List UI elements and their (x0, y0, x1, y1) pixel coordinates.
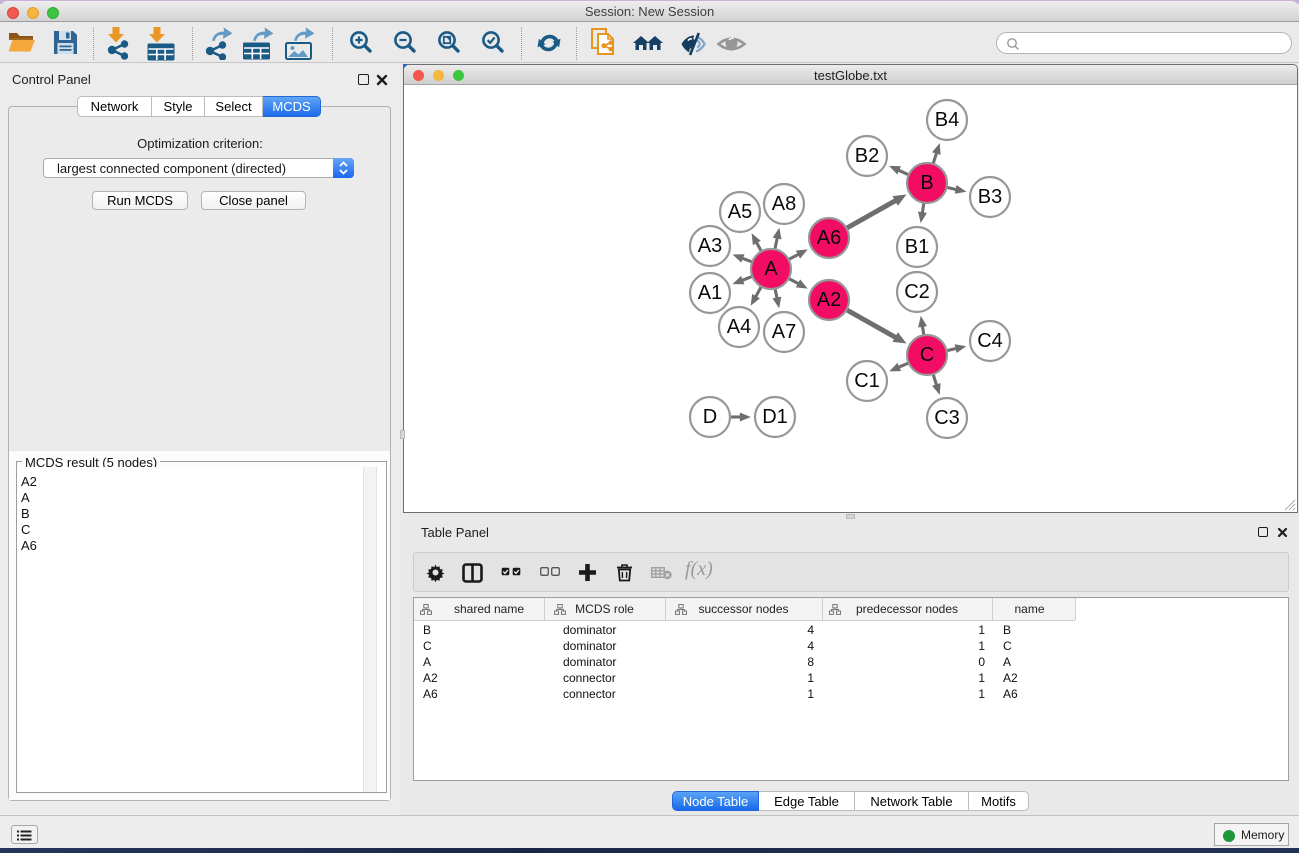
svg-text:C1: C1 (854, 370, 880, 392)
svg-text:B: B (920, 172, 933, 194)
svg-text:A5: A5 (728, 201, 752, 223)
svg-text:A6: A6 (817, 227, 841, 249)
svg-text:C: C (920, 344, 934, 366)
svg-text:B4: B4 (935, 109, 959, 131)
svg-text:A8: A8 (772, 193, 796, 215)
svg-text:C4: C4 (977, 330, 1003, 352)
svg-text:B1: B1 (905, 236, 929, 258)
svg-text:A3: A3 (698, 235, 722, 257)
svg-text:A7: A7 (772, 321, 796, 343)
svg-text:C3: C3 (934, 407, 960, 429)
svg-text:B3: B3 (978, 186, 1002, 208)
svg-text:D: D (703, 406, 717, 428)
svg-text:C2: C2 (904, 281, 930, 303)
svg-text:A: A (764, 258, 778, 280)
svg-text:D1: D1 (762, 406, 788, 428)
svg-text:A1: A1 (698, 282, 722, 304)
svg-text:A2: A2 (817, 289, 841, 311)
svg-text:A4: A4 (727, 316, 751, 338)
svg-text:B2: B2 (855, 145, 879, 167)
